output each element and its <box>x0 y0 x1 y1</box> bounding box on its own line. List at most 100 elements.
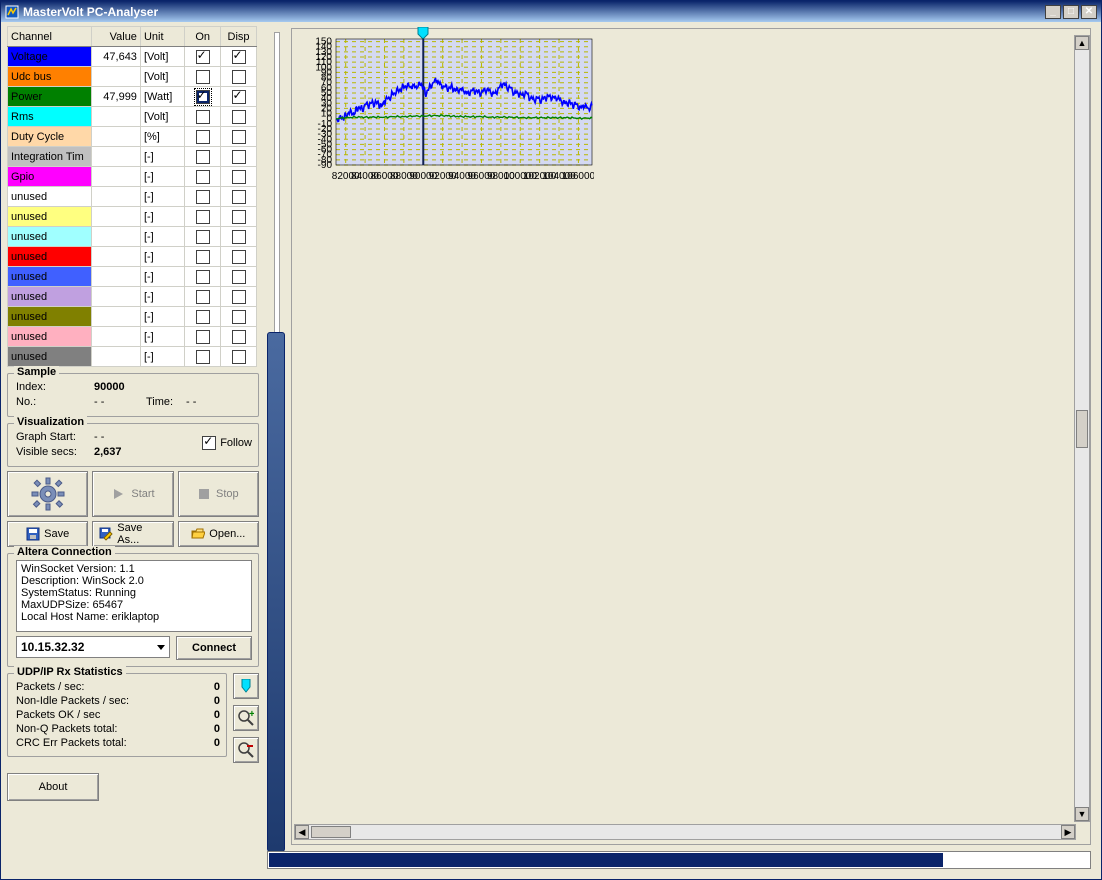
zoom-in-button[interactable]: + <box>233 705 259 731</box>
channel-name[interactable]: Power <box>8 87 92 107</box>
channel-row[interactable]: unused[-] <box>8 347 257 367</box>
channel-on-checkbox[interactable] <box>196 210 210 224</box>
channel-disp-checkbox[interactable] <box>232 150 246 164</box>
chart-area[interactable]: -90-80-70-60-50-40-30-20-100102030405060… <box>291 28 1091 845</box>
save-button[interactable]: Save <box>7 521 88 547</box>
zoom-out-button[interactable] <box>233 737 259 763</box>
channel-on-checkbox[interactable] <box>196 310 210 324</box>
channel-row[interactable]: Integration Tim[-] <box>8 147 257 167</box>
channel-on-checkbox[interactable] <box>196 150 210 164</box>
channel-name[interactable]: unused <box>8 287 92 307</box>
channel-name[interactable]: unused <box>8 187 92 207</box>
channel-on-checkbox[interactable] <box>196 250 210 264</box>
follow-checkbox[interactable] <box>202 436 216 450</box>
ip-combo[interactable]: 10.15.32.32 <box>16 636 170 658</box>
channel-disp-checkbox[interactable] <box>232 310 246 324</box>
channel-disp-checkbox[interactable] <box>232 230 246 244</box>
channel-disp-checkbox[interactable] <box>232 330 246 344</box>
col-channel[interactable]: Channel <box>8 27 92 47</box>
channel-disp-checkbox[interactable] <box>232 50 246 64</box>
channel-disp-checkbox[interactable] <box>232 90 246 104</box>
channel-name[interactable]: Rms <box>8 107 92 127</box>
channel-on-checkbox[interactable] <box>196 230 210 244</box>
timeline-progress-bar[interactable] <box>267 851 1091 869</box>
channel-row[interactable]: unused[-] <box>8 207 257 227</box>
save-as-button[interactable]: Save As... <box>92 521 173 547</box>
vertical-range-slider[interactable] <box>267 32 285 785</box>
channel-on-checkbox[interactable] <box>196 90 210 104</box>
sample-no-label: No.: <box>16 395 94 410</box>
channel-on-checkbox[interactable] <box>196 290 210 304</box>
channel-name[interactable]: unused <box>8 227 92 247</box>
channel-value <box>92 307 141 327</box>
channel-name[interactable]: unused <box>8 247 92 267</box>
col-value[interactable]: Value <box>92 27 141 47</box>
channel-value <box>92 107 141 127</box>
channel-row[interactable]: Udc bus[Volt] <box>8 67 257 87</box>
channel-disp-checkbox[interactable] <box>232 110 246 124</box>
channel-row[interactable]: unused[-] <box>8 247 257 267</box>
channel-disp-checkbox[interactable] <box>232 250 246 264</box>
close-button[interactable]: ✕ <box>1081 5 1097 19</box>
channel-on-checkbox[interactable] <box>196 170 210 184</box>
channel-row[interactable]: Gpio[-] <box>8 167 257 187</box>
channel-name[interactable]: Duty Cycle <box>8 127 92 147</box>
channel-table[interactable]: Channel Value Unit On Disp Voltage47,643… <box>7 26 257 367</box>
channel-disp-checkbox[interactable] <box>232 190 246 204</box>
channel-row[interactable]: Voltage47,643[Volt] <box>8 47 257 67</box>
minimize-button[interactable]: _ <box>1045 5 1061 19</box>
channel-row[interactable]: Rms[Volt] <box>8 107 257 127</box>
col-disp[interactable]: Disp <box>221 27 257 47</box>
channel-disp-checkbox[interactable] <box>232 290 246 304</box>
channel-row[interactable]: unused[-] <box>8 227 257 247</box>
channel-disp-checkbox[interactable] <box>232 70 246 84</box>
open-button[interactable]: Open... <box>178 521 259 547</box>
channel-name[interactable]: Gpio <box>8 167 92 187</box>
col-on[interactable]: On <box>185 27 221 47</box>
channel-name[interactable]: unused <box>8 307 92 327</box>
cursor-marker-button[interactable] <box>233 673 259 699</box>
about-button[interactable]: About <box>7 773 99 801</box>
maximize-button[interactable]: □ <box>1063 5 1079 19</box>
channel-row[interactable]: unused[-] <box>8 187 257 207</box>
chart-plot[interactable]: -90-80-70-60-50-40-30-20-100102030405060… <box>294 35 594 185</box>
channel-row[interactable]: unused[-] <box>8 307 257 327</box>
channel-name[interactable]: unused <box>8 267 92 287</box>
connect-button[interactable]: Connect <box>176 636 252 660</box>
channel-disp-checkbox[interactable] <box>232 270 246 284</box>
channel-on-checkbox[interactable] <box>196 330 210 344</box>
channel-name[interactable]: unused <box>8 207 92 227</box>
channel-on-checkbox[interactable] <box>196 190 210 204</box>
channel-on-checkbox[interactable] <box>196 50 210 64</box>
channel-row[interactable]: unused[-] <box>8 287 257 307</box>
channel-on-checkbox[interactable] <box>196 130 210 144</box>
channel-row[interactable]: unused[-] <box>8 327 257 347</box>
channel-value <box>92 327 141 347</box>
channel-name[interactable]: Integration Tim <box>8 147 92 167</box>
stop-button[interactable]: Stop <box>178 471 259 517</box>
channel-name[interactable]: Udc bus <box>8 67 92 87</box>
channel-on-checkbox[interactable] <box>196 270 210 284</box>
settings-button[interactable] <box>7 471 88 517</box>
channel-unit: [%] <box>140 127 184 147</box>
channel-on-checkbox[interactable] <box>196 70 210 84</box>
channel-name[interactable]: unused <box>8 347 92 367</box>
channel-disp-checkbox[interactable] <box>232 130 246 144</box>
channel-row[interactable]: Duty Cycle [%] <box>8 127 257 147</box>
channel-on-checkbox[interactable] <box>196 110 210 124</box>
col-unit[interactable]: Unit <box>140 27 184 47</box>
chart-horizontal-scrollbar[interactable]: ◀ ▶ <box>294 824 1076 840</box>
altera-log[interactable]: WinSocket Version: 1.1Description: WinSo… <box>16 560 252 632</box>
channel-disp-checkbox[interactable] <box>232 210 246 224</box>
channel-on-checkbox[interactable] <box>196 350 210 364</box>
channel-row[interactable]: unused[-] <box>8 267 257 287</box>
visualization-group: Visualization Graph Start:- - Visible se… <box>7 423 259 467</box>
start-button[interactable]: Start <box>92 471 173 517</box>
channel-name[interactable]: unused <box>8 327 92 347</box>
channel-row[interactable]: Power47,999[Watt] <box>8 87 257 107</box>
chart-vertical-scrollbar[interactable]: ▲ ▼ <box>1074 35 1090 822</box>
channel-disp-checkbox[interactable] <box>232 350 246 364</box>
channel-name[interactable]: Voltage <box>8 47 92 67</box>
channel-disp-checkbox[interactable] <box>232 170 246 184</box>
channel-value <box>92 287 141 307</box>
